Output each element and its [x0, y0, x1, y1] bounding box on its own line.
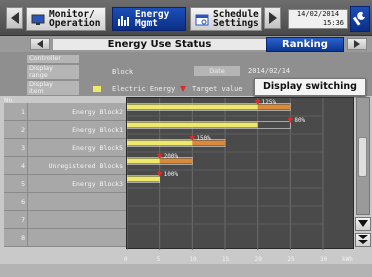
x-tick-label: 10	[189, 256, 197, 263]
row-name: Energy Block1	[72, 126, 123, 134]
display-range-label-line2: range	[29, 71, 48, 79]
row-divider	[27, 193, 28, 211]
top-nav-bar: Monitor/Operation Energy Mgmt Schedule Set…	[0, 0, 372, 36]
ranking-chart-svg: 125% 80% 150% 200% 100%	[126, 98, 324, 250]
row-divider	[27, 157, 28, 175]
x-tick-label: 20	[254, 256, 262, 263]
controller-label: Controller	[27, 55, 79, 63]
legend-energy-label: Electric Energy	[112, 85, 176, 93]
list-item[interactable]: 1 Energy Block2	[4, 103, 126, 121]
nav-next-button[interactable]	[264, 7, 281, 29]
row-number: 7	[21, 216, 26, 224]
x-tick-label: 5	[156, 256, 161, 263]
legend-target-marker-icon	[180, 86, 186, 92]
row-number: 6	[21, 198, 26, 206]
row-number: 3	[21, 144, 26, 152]
data-label: 100%	[164, 171, 179, 178]
list-item[interactable]: 7	[4, 211, 126, 229]
wrench-icon	[353, 11, 365, 26]
display-item-label-line2: item	[29, 87, 44, 95]
x-tick-label: 0	[124, 256, 128, 263]
legend-target-label: Target value	[192, 85, 243, 93]
data-label: 150%	[196, 135, 211, 142]
display-switching-button[interactable]: Display switching	[254, 78, 366, 96]
sub-header-bar: Energy Use Status Ranking	[0, 36, 372, 52]
schedule-label-line2: Settings	[213, 18, 259, 29]
x-tick-label: 25	[287, 256, 295, 263]
row-number: 2	[21, 126, 26, 134]
list-item[interactable]: 2 Energy Block1	[4, 121, 126, 139]
target-marker	[156, 154, 163, 159]
data-label: 200%	[164, 153, 179, 160]
row-divider	[27, 229, 28, 247]
current-date: 14/02/2014	[296, 10, 340, 18]
bar-chart-icon	[117, 12, 131, 26]
nav-prev-button[interactable]	[6, 7, 23, 29]
display-range-value: Block	[112, 68, 134, 76]
display-range-label: Display range	[27, 65, 79, 79]
scroll-bottom-button[interactable]	[355, 233, 371, 247]
row-divider	[27, 103, 28, 121]
list-item[interactable]: 3 Energy Block5	[4, 139, 126, 157]
sub-next-button[interactable]	[347, 38, 367, 50]
list-item[interactable]: 6	[4, 193, 126, 211]
scroll-down-button[interactable]	[355, 217, 371, 231]
date-time-display: 14/02/2014 15:36	[288, 9, 348, 29]
monitor-operation-button[interactable]: Monitor/Operation	[26, 7, 106, 31]
data-label: 80%	[294, 117, 305, 124]
maintenance-button[interactable]	[350, 6, 370, 32]
ranking-chart: 125% 80% 150% 200% 100%	[126, 97, 354, 250]
energy-bar	[127, 122, 258, 128]
x-tick-label: 15	[222, 256, 230, 263]
double-chevron-down-icon	[358, 235, 368, 244]
current-time: 15:36	[322, 19, 344, 27]
schedule-settings-button[interactable]: Schedule Settings	[190, 7, 262, 31]
row-name: Energy Block2	[72, 108, 123, 116]
date-label: Date	[194, 66, 240, 76]
arrow-right-icon	[354, 40, 360, 48]
tab-ranking[interactable]: Ranking	[266, 37, 344, 52]
row-number: 1	[21, 108, 26, 116]
row-divider	[27, 175, 28, 193]
list-item[interactable]: 5 Energy Block3	[4, 175, 126, 193]
list-item[interactable]: 4 Unregistered Blocks	[4, 157, 126, 175]
target-marker	[189, 136, 196, 141]
date-value: 2014/02/14	[248, 67, 291, 75]
monitor-label-line2: Operation	[49, 18, 101, 29]
scrollbar-thumb[interactable]	[358, 137, 367, 177]
x-tick-label: 30	[320, 256, 328, 263]
row-name: Energy Block5	[72, 144, 123, 152]
target-marker	[287, 118, 294, 123]
row-name: Unregistered Blocks	[48, 162, 123, 170]
arrow-right-icon	[268, 12, 277, 24]
x-axis-unit: kWh	[342, 256, 353, 263]
row-divider	[27, 211, 28, 229]
row-number: 4	[21, 162, 26, 170]
display-item-label: Display item	[27, 81, 79, 95]
arrow-left-icon	[37, 40, 43, 48]
row-name: Energy Block3	[72, 180, 123, 188]
calendar-icon	[195, 12, 209, 26]
target-marker	[156, 172, 163, 177]
legend-energy-swatch	[93, 86, 101, 92]
energy-bar	[127, 176, 160, 182]
energy-label-line2: Mgmt	[135, 18, 158, 29]
row-divider	[27, 121, 28, 139]
list-item[interactable]: 8	[4, 229, 126, 247]
row-number: 5	[21, 180, 26, 188]
chevron-down-icon	[358, 220, 368, 227]
data-label: 125%	[262, 99, 277, 106]
bottom-bar	[0, 264, 372, 277]
monitor-icon	[31, 12, 45, 26]
energy-mgmt-button[interactable]: Energy Mgmt	[112, 7, 186, 31]
row-number: 8	[21, 234, 26, 242]
arrow-left-icon	[10, 12, 19, 24]
row-divider	[27, 139, 28, 157]
target-marker	[254, 100, 261, 105]
sub-prev-button[interactable]	[30, 38, 50, 50]
page-title: Energy Use Status	[52, 38, 267, 51]
